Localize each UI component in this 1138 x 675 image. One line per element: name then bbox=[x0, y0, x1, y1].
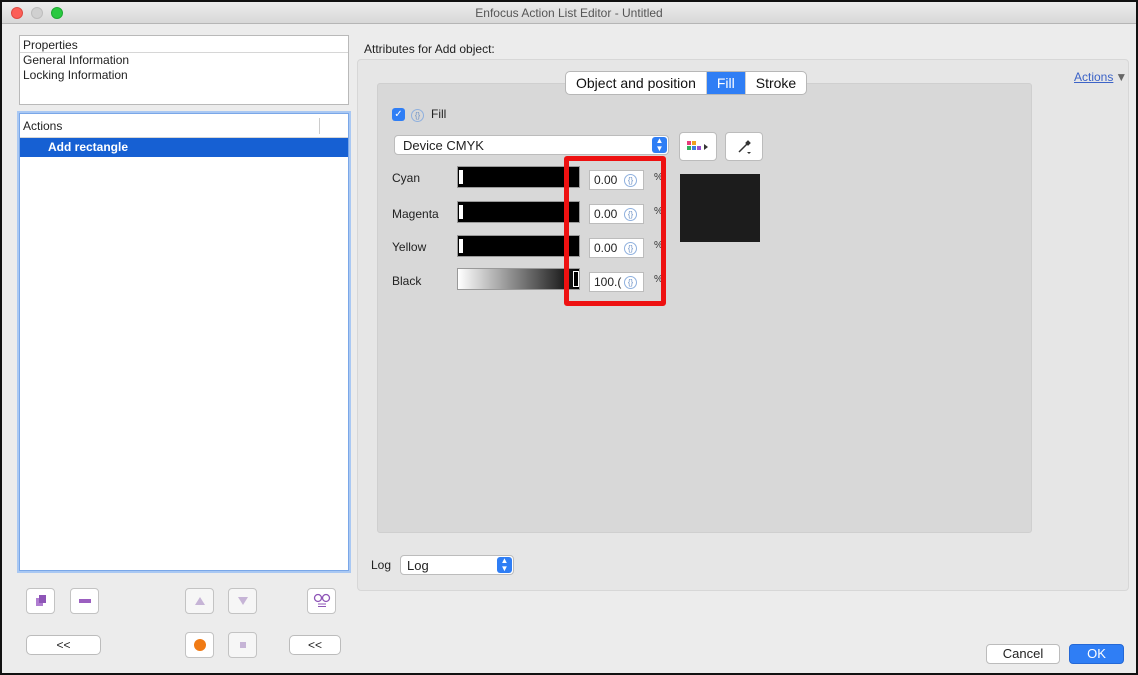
tab-object-and-position[interactable]: Object and position bbox=[566, 72, 707, 94]
attributes-heading: Attributes for Add object: bbox=[364, 42, 495, 56]
collapse-right-button[interactable]: << bbox=[289, 635, 341, 655]
color-space-value: Device CMYK bbox=[403, 138, 484, 153]
swatches-icon bbox=[687, 140, 708, 150]
eyedropper-icon bbox=[738, 139, 751, 154]
properties-header: Properties bbox=[20, 36, 348, 53]
variable-icon[interactable]: {} bbox=[411, 109, 424, 122]
title-bar: Enfocus Action List Editor - Untitled bbox=[2, 2, 1136, 24]
swatch-picker-button[interactable] bbox=[679, 132, 717, 161]
actions-header-label: Actions bbox=[23, 119, 63, 133]
cyan-slider[interactable] bbox=[457, 166, 580, 188]
cyan-label: Cyan bbox=[392, 171, 421, 185]
record-icon bbox=[193, 639, 206, 651]
triangle-down-icon: ▼ bbox=[1115, 70, 1128, 84]
yellow-label: Yellow bbox=[392, 240, 427, 254]
properties-list: Properties General Information Locking I… bbox=[19, 35, 349, 105]
list-item[interactable]: Add rectangle bbox=[20, 138, 348, 157]
minus-icon bbox=[78, 599, 91, 603]
collapse-left-button[interactable]: << bbox=[26, 635, 101, 655]
chevron-updown-icon: ▲ ▼ bbox=[652, 137, 667, 153]
app-window: Enfocus Action List Editor - Untitled Pr… bbox=[0, 0, 1138, 675]
slider-handle[interactable] bbox=[458, 169, 464, 185]
actions-header: Actions bbox=[20, 114, 348, 138]
yellow-slider[interactable] bbox=[457, 235, 580, 257]
tab-stroke[interactable]: Stroke bbox=[746, 72, 806, 94]
move-up-button[interactable] bbox=[185, 588, 214, 614]
log-value: Log bbox=[407, 558, 429, 573]
black-slider[interactable] bbox=[457, 268, 580, 290]
actions-list: Actions Add rectangle bbox=[19, 113, 349, 571]
cancel-button[interactable]: Cancel bbox=[986, 644, 1060, 664]
move-down-button[interactable] bbox=[228, 588, 257, 614]
properties-item-locking[interactable]: Locking Information bbox=[20, 68, 348, 83]
arrow-down-icon bbox=[237, 597, 248, 605]
actions-menu-link[interactable]: Actions ▼ bbox=[1074, 70, 1127, 84]
eyedropper-button[interactable] bbox=[725, 132, 763, 161]
ok-button[interactable]: OK bbox=[1069, 644, 1124, 664]
attribute-tabs: Object and position Fill Stroke bbox=[565, 71, 808, 95]
arrow-up-icon bbox=[194, 597, 205, 605]
fill-checkbox[interactable]: ✓ bbox=[392, 108, 405, 121]
actions-menu-label[interactable]: Actions bbox=[1074, 70, 1113, 84]
chevron-updown-icon: ▲ ▼ bbox=[497, 557, 512, 573]
tab-fill[interactable]: Fill bbox=[706, 72, 746, 94]
add-action-button[interactable] bbox=[26, 588, 55, 614]
slider-handle[interactable] bbox=[458, 238, 464, 254]
record-button[interactable] bbox=[185, 632, 214, 658]
black-label: Black bbox=[392, 274, 422, 288]
color-preview-swatch bbox=[680, 174, 760, 242]
magenta-slider[interactable] bbox=[457, 201, 580, 223]
annotation-highlight-box bbox=[564, 156, 666, 306]
glasses-icon bbox=[313, 593, 330, 607]
stop-button[interactable] bbox=[228, 632, 257, 658]
fill-label: Fill bbox=[431, 107, 447, 121]
stop-icon bbox=[239, 642, 246, 648]
color-space-select[interactable]: Device CMYK ▲ ▼ bbox=[394, 135, 669, 155]
remove-action-button[interactable] bbox=[70, 588, 99, 614]
magenta-label: Magenta bbox=[392, 207, 439, 221]
preview-button[interactable] bbox=[307, 588, 336, 614]
log-label: Log bbox=[371, 558, 392, 572]
column-separator[interactable] bbox=[319, 118, 320, 134]
log-select[interactable]: Log ▲ ▼ bbox=[400, 555, 514, 575]
add-action-icon bbox=[35, 595, 46, 606]
window-title: Enfocus Action List Editor - Untitled bbox=[475, 6, 663, 20]
properties-item-general[interactable]: General Information bbox=[20, 53, 348, 68]
slider-handle[interactable] bbox=[458, 204, 464, 220]
